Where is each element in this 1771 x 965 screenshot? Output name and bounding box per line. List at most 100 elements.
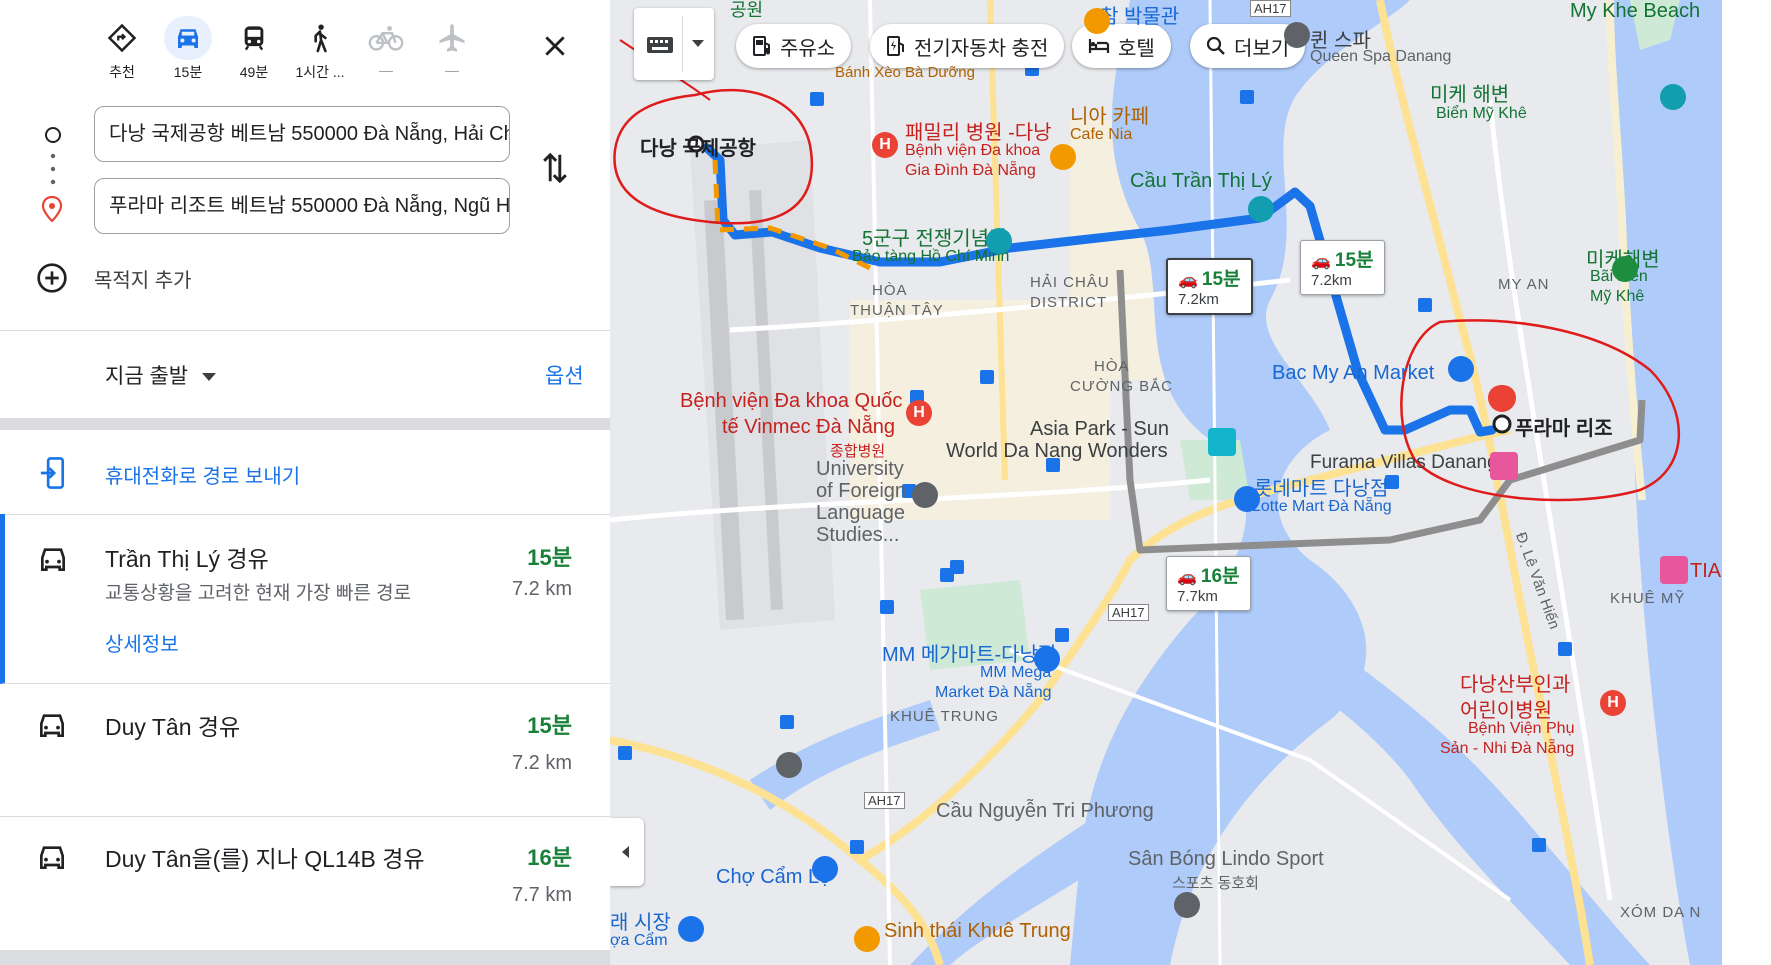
map-label[interactable]: Bac My An Market [1272,362,1434,385]
map-label[interactable]: of Foreign [816,480,906,503]
options-button[interactable]: 옵션 [545,360,584,390]
map-label[interactable]: Queen Spa Danang [1310,48,1451,66]
map-label[interactable]: Bánh Xèo Bà Dưỡng [835,64,975,81]
restaurant-icon[interactable] [854,926,880,952]
map-label[interactable]: MM 메가마트-다낭점 [882,638,1056,667]
museum-icon[interactable] [986,228,1012,254]
hospital-icon[interactable]: H [906,400,932,426]
map-label[interactable]: 니아 카페 [1070,100,1149,129]
send-to-phone-label: 휴대전화로 경로 보내기 [105,466,301,488]
district-label: KHUÊ TRUNG [890,708,999,725]
museum-icon[interactable] [1084,8,1110,34]
send-to-phone-button[interactable]: 휴대전화로 경로 보내기 [0,430,610,515]
mode-best[interactable]: 추천 [90,16,154,82]
map-label[interactable]: Bệnh viện Đa khoa [905,142,1040,160]
shopping-cart-icon[interactable] [1234,486,1260,512]
route-distance: 7.7 km [511,884,572,906]
map-label[interactable]: TIA [1690,560,1721,583]
map-label[interactable]: 공원 [730,0,763,22]
map-label[interactable]: 롯데마트 다낭점 [1254,472,1388,501]
map-label[interactable]: 스포츠 동호회 [1172,872,1259,893]
route-option-2[interactable]: Duy Tân 경유 15분 7.2 km [0,684,610,817]
shopping-cart-icon[interactable] [812,856,838,882]
resort-icon[interactable] [1490,452,1518,480]
map-label[interactable]: Cafe Nia [1070,126,1132,144]
map-label[interactable]: Sân Bóng Lindo Sport [1128,848,1324,871]
map-label[interactable]: Mỹ Khê [1590,288,1644,306]
gas-station-icon [753,36,770,56]
swap-button[interactable] [540,150,570,191]
collapse-panel-button[interactable] [610,818,644,886]
shopping-cart-icon[interactable] [1448,356,1474,382]
route-callout-2[interactable]: 🚗 15분 7.2km [1300,240,1385,295]
map-label[interactable]: 다낭산부인과 [1460,668,1570,697]
map-label[interactable]: Language [816,502,905,525]
map-label[interactable]: Market Đà Nẵng [935,684,1052,702]
beach-icon[interactable] [1612,256,1638,282]
place-pin-icon[interactable] [1174,892,1200,918]
divider-thick [0,418,610,430]
route-callout-1[interactable]: 🚗 15분 7.2km [1166,258,1253,315]
flight-icon [428,16,476,60]
camera-icon[interactable] [1660,84,1686,110]
mode-flight[interactable]: — [420,16,484,78]
map-label[interactable]: Gia Đình Đà Nẵng [905,162,1036,180]
route-option-1[interactable]: Trần Thị Lý 경유 15분 교통상황을 고려한 현재 가장 빠른 경로… [0,514,610,684]
map-label[interactable]: World Da Nang Wonders [946,440,1168,463]
mode-walking[interactable]: 1시간 ... [288,16,352,82]
camera-icon[interactable] [1248,196,1274,222]
map-label[interactable]: Furama Villas Danang [1310,452,1498,474]
map-label[interactable]: Sinh thái Khuê Trung [884,920,1071,943]
input-tools-button[interactable] [634,8,714,80]
map-label[interactable]: Bệnh viện Đa khoa Quốc [680,390,902,413]
destination-map-label[interactable]: 푸라마 리조 [1515,412,1613,441]
map-label[interactable]: Bảo tàng Hồ Chí Minh [852,248,1009,266]
hospital-icon[interactable]: H [872,132,898,158]
map-label[interactable]: 미케 해변 [1430,78,1509,107]
mode-transit[interactable]: 49분 [222,16,286,82]
route-callout-3[interactable]: 🚗 16분 7.7km [1166,556,1251,611]
map-label[interactable]: 참 박물관 [1100,0,1179,29]
cafe-icon[interactable] [1050,144,1076,170]
depart-now-dropdown[interactable]: 지금 출발 [105,360,217,390]
chip-gas-station[interactable]: 주유소 [736,24,852,68]
district-label: MY AN [1498,276,1550,293]
resort-icon[interactable] [1660,556,1688,584]
map-label[interactable]: ợa Cẩm [610,932,668,950]
mode-cycling[interactable]: — [354,16,418,78]
map-label[interactable]: Cầu Nguyễn Tri Phương [936,800,1154,823]
map-label[interactable]: Biển Mỹ Khê [1436,105,1527,123]
route-details-link[interactable]: 상세정보 [105,628,179,657]
map-label[interactable]: 래 시장 [610,906,671,935]
origin-map-label[interactable]: 다낭 국제공항 [640,132,756,161]
close-directions-button[interactable] [535,26,575,66]
bicycle-icon [362,16,410,60]
map-canvas[interactable]: 주유소 전기자동차 충전 호텔 더보기 🚗 15분 7.2km 🚗 15분 7.2k… [610,0,1722,965]
amusement-park-icon[interactable] [1208,428,1236,456]
school-icon[interactable] [776,752,802,778]
add-destination-button[interactable]: 목적지 추가 [36,262,192,294]
destination-input[interactable]: 푸라마 리조트 베트남 550000 Đà Nẵng, Ngũ Hành Sơn [94,178,510,234]
map-label[interactable]: University [816,458,904,481]
map-label[interactable]: Sản - Nhi Đà Nẵng [1440,740,1574,758]
map-label[interactable]: 패밀리 병원 -다낭 [905,116,1052,145]
chip-ev-charging[interactable]: 전기자동차 충전 [870,24,1065,68]
map-label[interactable]: 어린이병원 [1460,694,1552,723]
mode-driving[interactable]: 15분 [156,16,220,82]
map-label[interactable]: Cầu Trần Thị Lý [1130,170,1272,193]
map-label[interactable]: tế Vinmec Đà Nẵng [722,416,895,439]
origin-input[interactable]: 다낭 국제공항 베트남 550000 Đà Nẵng, Hải Châu [94,106,510,162]
map-label[interactable]: My Khe Beach [1570,0,1700,23]
route-option-3[interactable]: Duy Tân을(를) 지나 QL14B 경유 16분 7.7 km [0,816,610,950]
district-label: HẢI CHÂU [1030,274,1110,291]
hospital-icon[interactable]: H [1600,690,1626,716]
chip-hotels[interactable]: 호텔 [1072,24,1171,68]
map-label[interactable]: Studies... [816,524,899,547]
place-pin-icon[interactable] [1284,22,1310,48]
map-label[interactable]: Lotte Mart Đà Nẵng [1252,498,1392,516]
map-label[interactable]: Bệnh Viện Phụ [1468,720,1574,738]
map-label[interactable]: Asia Park - Sun [1030,418,1169,441]
shopping-cart-icon[interactable] [678,916,704,942]
school-icon[interactable] [912,482,938,508]
shopping-cart-icon[interactable] [1034,646,1060,672]
